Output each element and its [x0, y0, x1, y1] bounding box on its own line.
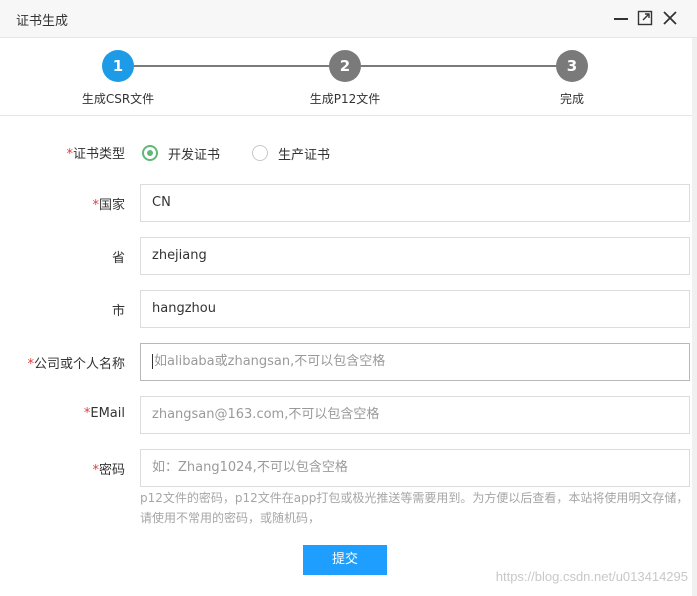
country-field[interactable]: CN: [140, 184, 690, 222]
step-connector: [361, 65, 556, 67]
password-hint: p12文件的密码，p12文件在app打包或极光推送等需要用到。为方便以后查看，本…: [140, 491, 689, 525]
country-label: *国家: [92, 198, 125, 213]
step-1-label: 生成CSR文件: [81, 92, 155, 106]
step-1-circle: 1: [102, 50, 134, 82]
step-3-label: 完成: [559, 92, 584, 106]
submit-button[interactable]: 提交: [303, 545, 387, 575]
progress-stepper: 1 2 3 生成CSR文件 生成P12文件 完成: [0, 38, 697, 116]
password-label: *密码: [92, 463, 125, 478]
dialog-title: 证书生成: [16, 14, 69, 29]
step-3-circle: 3: [556, 50, 588, 82]
radio-checked-icon: [142, 145, 158, 161]
radio-production-cert[interactable]: 生产证书: [252, 142, 330, 164]
province-label: 省: [111, 251, 125, 266]
step-connector: [134, 65, 329, 67]
cert-type-label: *证书类型: [66, 147, 125, 162]
email-field[interactable]: zhangsan@163.com,不可以包含空格: [140, 396, 690, 434]
province-field[interactable]: zhejiang: [140, 237, 690, 275]
watermark: https://blog.csdn.net/u013414295: [495, 569, 688, 584]
org-name-label: *公司或个人名称: [27, 357, 125, 372]
org-name-field[interactable]: 如alibaba或zhangsan,不可以包含空格: [140, 343, 690, 381]
step-2-label: 生成P12文件: [309, 92, 381, 106]
email-label: *EMail: [83, 406, 125, 421]
text-caret: [152, 354, 153, 369]
minimize-icon[interactable]: [611, 8, 631, 28]
close-icon[interactable]: [660, 8, 680, 28]
city-field[interactable]: hangzhou: [140, 290, 690, 328]
dialog-titlebar: 证书生成: [0, 0, 697, 38]
step-2-circle: 2: [329, 50, 361, 82]
password-field[interactable]: 如：Zhang1024,不可以包含空格: [140, 449, 690, 487]
city-label: 市: [111, 304, 125, 319]
radio-development-cert[interactable]: 开发证书: [142, 142, 220, 164]
maximize-icon[interactable]: [635, 8, 655, 28]
scrollbar[interactable]: [692, 38, 697, 596]
radio-unchecked-icon: [252, 145, 268, 161]
